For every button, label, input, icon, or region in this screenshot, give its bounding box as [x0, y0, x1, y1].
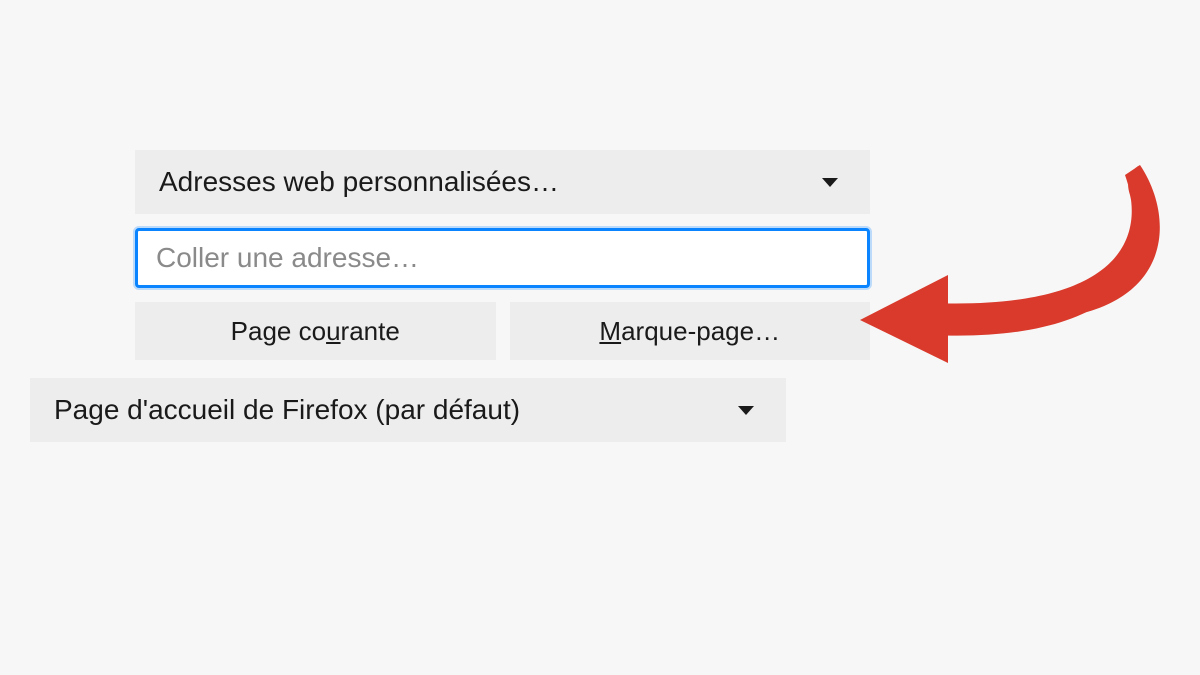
homepage-mode-dropdown[interactable]: Adresses web personnalisées… — [135, 150, 870, 214]
dropdown-label: Adresses web personnalisées… — [159, 166, 559, 198]
newtab-mode-dropdown[interactable]: Page d'accueil de Firefox (par défaut) — [30, 378, 786, 442]
button-label-underline: M — [599, 316, 621, 347]
custom-url-group: Adresses web personnalisées… Page couran… — [135, 150, 870, 360]
button-label-pre: Page co — [231, 316, 326, 347]
caret-down-icon — [822, 178, 838, 187]
settings-panel: Adresses web personnalisées… Page couran… — [30, 150, 900, 442]
homepage-url-input[interactable] — [135, 228, 870, 288]
button-label-post: rante — [341, 316, 400, 347]
use-current-page-button[interactable]: Page courante — [135, 302, 496, 360]
button-label-post: arque-page… — [621, 316, 780, 347]
use-bookmark-button[interactable]: Marque-page… — [510, 302, 871, 360]
button-row: Page courante Marque-page… — [135, 302, 870, 360]
dropdown-label: Page d'accueil de Firefox (par défaut) — [54, 394, 520, 426]
caret-down-icon — [738, 406, 754, 415]
button-label-underline: u — [326, 316, 340, 347]
